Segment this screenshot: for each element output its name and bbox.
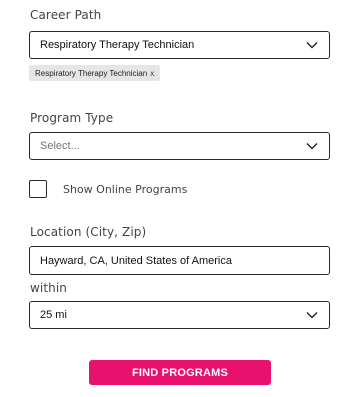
tag-remove-icon[interactable]: x (150, 69, 154, 78)
career-path-value: Respiratory Therapy Technician (40, 39, 195, 51)
career-path-tag: Respiratory Therapy Technician x (29, 65, 161, 81)
location-input[interactable]: Hayward, CA, United States of America (29, 246, 330, 275)
within-select[interactable]: 25 mi (29, 301, 330, 329)
program-type-placeholder: Select... (40, 140, 80, 152)
online-programs-row: Show Online Programs (29, 180, 187, 198)
chevron-down-icon (305, 141, 319, 151)
chevron-down-icon (305, 40, 319, 50)
chevron-down-icon (305, 310, 319, 320)
online-programs-label: Show Online Programs (63, 182, 188, 196)
career-path-select[interactable]: Respiratory Therapy Technician (29, 31, 330, 59)
program-type-select[interactable]: Select... (29, 132, 330, 160)
within-value: 25 mi (40, 309, 67, 321)
within-label: within (30, 281, 67, 295)
career-path-label: Career Path (30, 8, 102, 22)
career-path-tag-label: Respiratory Therapy Technician (35, 68, 148, 78)
program-type-label: Program Type (30, 111, 114, 125)
location-value: Hayward, CA, United States of America (40, 254, 232, 267)
online-programs-checkbox[interactable] (29, 180, 47, 198)
location-label: Location (City, Zip) (30, 225, 147, 239)
find-programs-button[interactable]: FIND PROGRAMS (89, 360, 271, 385)
